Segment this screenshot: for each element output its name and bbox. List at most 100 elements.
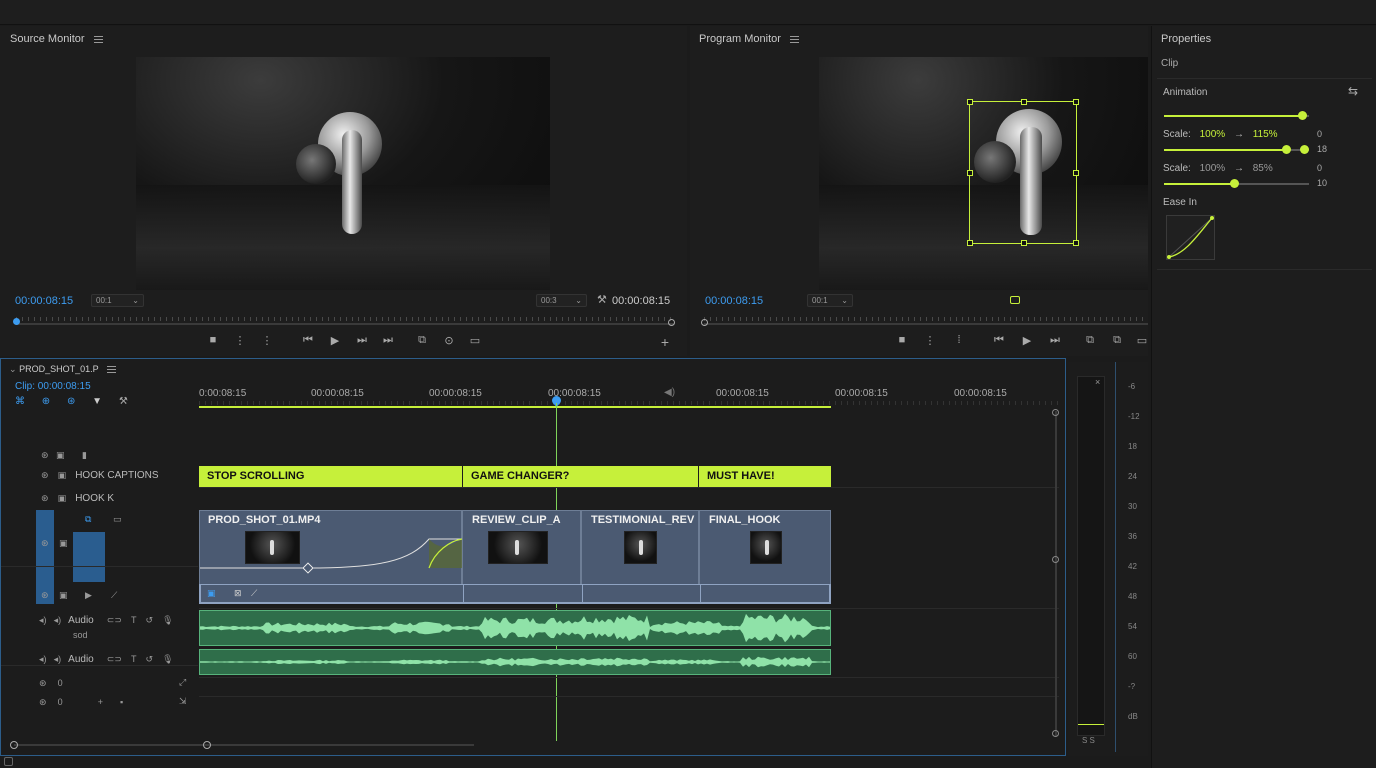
expand-icon[interactable]: ⤢ [179,677,186,688]
toggle-output-icon[interactable]: ▣ [58,470,67,480]
transform-handle[interactable] [967,99,973,105]
program-zoom-select[interactable]: 00:1 ⌄ [807,294,853,307]
undo-icon[interactable]: ↺ [146,615,154,625]
program-scrub-bar[interactable] [704,323,1148,325]
export-frame-icon[interactable]: ▭ [1135,334,1149,347]
caption-clip[interactable]: STOP SCROLLING [199,466,462,487]
slider-knob[interactable] [1229,179,1239,188]
scroll-handle-mid[interactable] [1052,556,1059,563]
keyframe-knob[interactable] [1300,145,1309,154]
toggle-sync-icon[interactable]: ⊛ [39,697,47,707]
add-button-icon[interactable]: + [658,334,672,350]
text-icon[interactable]: T [131,654,137,664]
crop-icon[interactable]: ⊠ [234,588,242,599]
lift-icon[interactable]: ⧉ [1083,334,1097,347]
caption-clip[interactable]: MUST HAVE! [699,466,831,487]
transform-handle[interactable] [1073,240,1079,246]
toggle-sync-icon[interactable]: ⊛ [41,538,49,549]
panel-menu-icon[interactable] [106,366,116,374]
play-icon[interactable]: ▶ [328,334,342,347]
effects-strip[interactable]: ▣ ⊠ ⟋ [199,584,831,604]
zoom-handle-right[interactable] [203,741,211,749]
scale2-slider[interactable] [1164,179,1309,188]
toggle-output-icon[interactable]: ▣ [59,590,68,601]
play-icon[interactable]: ▶ [1020,334,1034,347]
transform-handle[interactable] [1073,170,1079,176]
mute-icon[interactable]: ◂) [39,615,47,625]
link-icon[interactable]: ⊂⊃ [107,654,122,664]
scale2-to[interactable]: 85% [1253,163,1273,174]
slider-knob[interactable] [1297,111,1307,120]
mute-icon[interactable]: ◂) [39,654,47,664]
pen-icon[interactable]: ⟋ [111,590,117,601]
time-ruler[interactable]: 0:00:08:15 00:00:08:15 00:00:08:15 00:00… [199,387,1059,409]
audio-clip[interactable] [199,610,831,646]
toggle-sync-icon[interactable]: ⊛ [41,493,49,503]
link-icon[interactable]: ⧉ [85,514,91,525]
meter-solo[interactable]: S S [1082,736,1095,745]
scale1-from[interactable]: 100% [1200,129,1226,140]
scroll-handle-bottom[interactable] [1052,730,1059,737]
extract-icon[interactable]: ⧉ [1110,334,1124,347]
step-forward-icon[interactable]: ⏭ [1048,334,1062,347]
timeline-timecode[interactable]: 00:00:08:15 [38,381,91,392]
speaker-icon[interactable]: ◂) [54,615,62,625]
audio-clip[interactable] [199,649,831,675]
go-to-out-icon[interactable]: ⏭ [381,334,395,347]
marker-icon[interactable]: ▼ [92,396,102,407]
animation-slider[interactable] [1164,111,1309,120]
source-zoom-select[interactable]: 00:1 ⌄ [91,294,144,307]
safe-margins-icon[interactable] [1010,296,1020,304]
source-scrub-ticks[interactable] [16,317,674,321]
scroll-handle-top[interactable] [1052,409,1059,416]
work-area-bar[interactable] [199,406,831,408]
program-timecode[interactable]: 00:00:08:15 [705,295,763,307]
ease-curve-graph[interactable] [1166,215,1215,260]
toggle-sync-icon[interactable]: ⊛ [39,678,47,688]
timeline-clips-area[interactable]: STOP SCROLLING GAME CHANGER? MUST HAVE! … [199,443,1059,743]
toggle-sync-icon[interactable]: ⊛ [41,470,49,480]
pen-icon[interactable]: ⟋ [251,588,257,599]
reset-icon[interactable]: ⇆ [1348,84,1358,98]
caption-clip[interactable]: GAME CHANGER? [463,466,698,487]
snap-icon[interactable]: ⌘ [15,396,25,407]
transform-handle[interactable] [967,240,973,246]
speaker-icon[interactable]: ◂) [54,654,62,664]
mark-in-icon[interactable]: ⋮ [923,334,937,347]
add-track-icon[interactable]: + [98,697,103,707]
toggle-output-icon[interactable]: ▣ [59,538,68,549]
panel-menu-icon[interactable] [789,35,799,43]
source-scrub-bar[interactable] [16,323,674,325]
timeline-vertical-scrollbar[interactable] [1055,411,1057,736]
fx-icon[interactable]: ▣ [207,588,216,599]
source-playhead[interactable] [13,318,20,325]
program-in-point[interactable] [701,319,708,326]
transform-handle[interactable] [1021,240,1027,246]
link-icon[interactable]: ⊂⊃ [107,615,122,625]
linked-selection-icon[interactable]: ⊕ [42,396,50,407]
source-patch-v1[interactable] [73,532,105,582]
text-icon[interactable]: T [131,615,137,625]
mark-in-icon[interactable]: ⋮ [233,334,247,347]
transform-handle[interactable] [1021,99,1027,105]
lock-icon[interactable]: ▭ [113,514,122,525]
source-out-point[interactable] [668,319,675,326]
scale1-slider[interactable] [1164,145,1309,154]
add-marker-icon[interactable]: ⊛ [67,396,75,407]
step-back-icon[interactable]: ⏮ [301,334,315,347]
timeline-horizontal-scrollbar[interactable] [14,744,474,746]
scale1-to[interactable]: 115% [1253,129,1278,140]
toggle-sync-icon[interactable]: ⊛ [41,590,49,601]
stop-icon[interactable]: ■ [206,334,220,346]
wrench-icon[interactable]: ⚒ [119,396,128,407]
video-icon[interactable]: ▶ [85,590,92,601]
lock-icon[interactable]: ▪ [120,697,123,707]
transform-handle[interactable] [967,170,973,176]
insert-icon[interactable]: ⧉ [415,334,429,347]
mark-out-icon[interactable]: ⋮ [260,334,274,347]
collapse-icon[interactable]: ⇲ [179,696,187,707]
source-timecode[interactable]: 00:00:08:15 [15,295,73,307]
source-resolution-select[interactable]: 00:3 ⌄ [536,294,587,307]
panel-menu-icon[interactable] [93,35,103,43]
program-scrub-ticks[interactable] [704,317,1148,321]
